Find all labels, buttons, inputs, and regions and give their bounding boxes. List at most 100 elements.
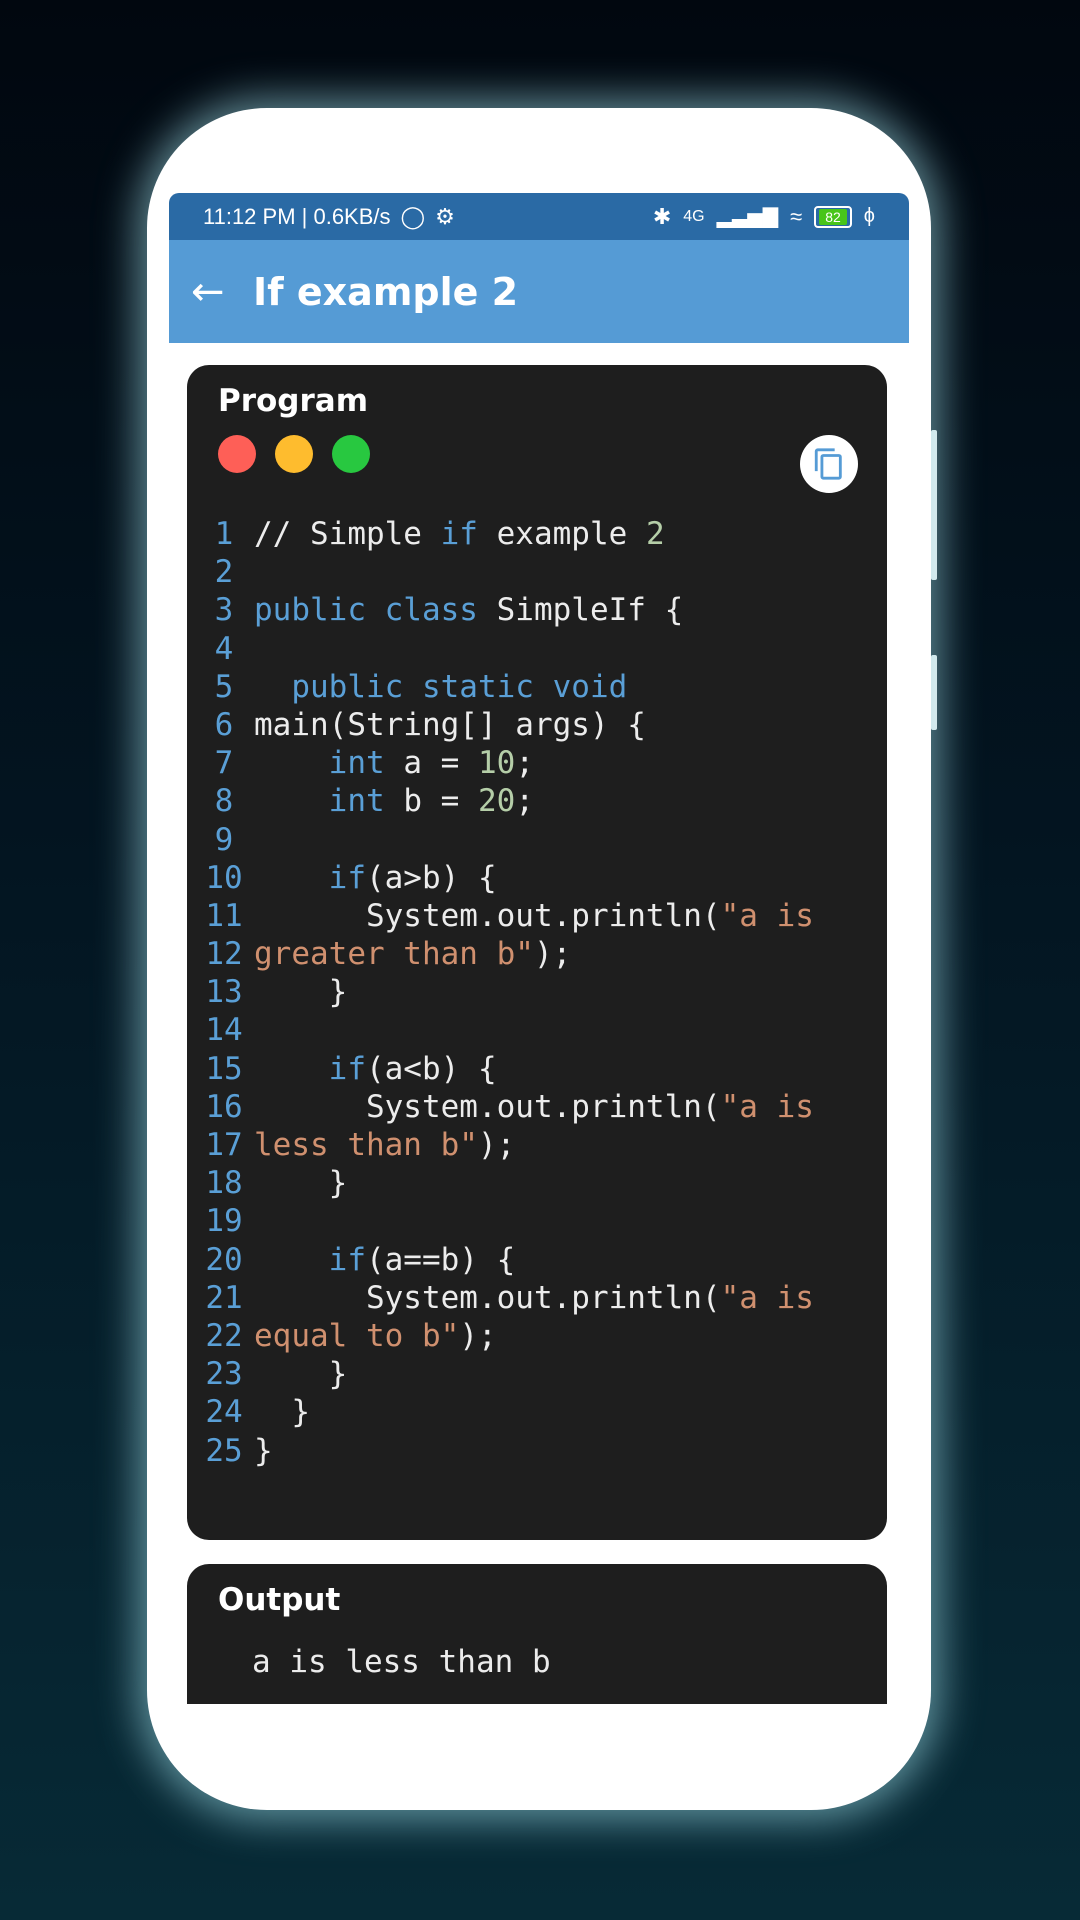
code-source: greater than b"); bbox=[254, 935, 571, 973]
line-number: 17 bbox=[205, 1127, 243, 1163]
code-line: 13 } bbox=[199, 973, 814, 1011]
code-string: "a is bbox=[720, 1279, 814, 1316]
code-line: 12 greater than b"); bbox=[199, 935, 814, 973]
code-keyword: if bbox=[440, 516, 478, 552]
code-text: } bbox=[254, 1394, 310, 1431]
code-text: SimpleIf { bbox=[477, 592, 684, 629]
line-number: 14 bbox=[205, 1012, 243, 1049]
code-text: ; bbox=[515, 745, 534, 782]
line-number: 12 bbox=[205, 936, 243, 973]
code-keyword: int bbox=[328, 783, 385, 820]
line-number: 16 bbox=[205, 1088, 243, 1125]
code-source: less than b"); bbox=[254, 1126, 515, 1164]
code-source: System.out.println("a is bbox=[254, 897, 814, 935]
code-source: public static void bbox=[254, 668, 627, 706]
code-text: ); bbox=[533, 936, 572, 973]
code-line: 20 if(a==b) { bbox=[199, 1241, 814, 1279]
line-number: 23 bbox=[205, 1356, 243, 1393]
code-source: if(a<b) { bbox=[254, 1050, 497, 1088]
code-line: 10 if(a>b) { bbox=[199, 859, 814, 897]
line-number: 6 bbox=[214, 706, 234, 743]
code-keyword: public class bbox=[254, 592, 478, 629]
code-line: 6 main(String[] args) { bbox=[199, 706, 814, 744]
code-text: } bbox=[254, 1165, 348, 1202]
code-line: 5 public static void bbox=[199, 668, 814, 706]
line-number: 5 bbox=[214, 668, 234, 705]
code-line: 21 System.out.println("a is bbox=[199, 1279, 814, 1317]
green-dot bbox=[332, 435, 370, 473]
code-text: a = bbox=[384, 745, 478, 782]
code-text: ); bbox=[459, 1317, 497, 1354]
code-keyword: if bbox=[328, 1241, 366, 1278]
output-card: Output a is less than b bbox=[187, 1564, 887, 1704]
status-bar: 11:12 PM | 0.6KB/s ◯ ⚙ ✱ 4G ▂▃▅▇ ≈ 82 ϕ bbox=[169, 193, 909, 240]
output-text: a is less than b bbox=[252, 1644, 551, 1680]
line-number: 7 bbox=[214, 745, 234, 782]
code-number: 20 bbox=[477, 783, 516, 820]
line-number: 13 bbox=[205, 974, 243, 1011]
code-text: } bbox=[254, 1356, 348, 1393]
code-text: } bbox=[254, 1432, 273, 1469]
code-source: // Simple if example 2 bbox=[254, 515, 665, 553]
power-button bbox=[931, 655, 937, 730]
code-line: 4 bbox=[199, 630, 814, 668]
code-text: b = bbox=[384, 783, 478, 820]
code-source: } bbox=[254, 1164, 348, 1202]
code-line: 16 System.out.println("a is bbox=[199, 1088, 814, 1126]
code-text: System.out.println( bbox=[254, 1088, 721, 1125]
line-number: 8 bbox=[214, 783, 234, 820]
code-source: equal to b"); bbox=[254, 1317, 497, 1355]
code-source: if(a==b) { bbox=[254, 1241, 516, 1279]
window-dots bbox=[218, 435, 370, 473]
code-source: main(String[] args) { bbox=[254, 706, 646, 744]
code-number: 10 bbox=[477, 745, 516, 782]
code-source: if(a>b) { bbox=[254, 859, 497, 897]
line-number: 11 bbox=[205, 897, 243, 934]
charging-icon: ϕ bbox=[863, 205, 875, 227]
code-source: int b = 20; bbox=[254, 782, 534, 820]
line-number: 19 bbox=[205, 1203, 243, 1240]
code-source: } bbox=[254, 1355, 348, 1393]
wifi-icon: ≈ bbox=[790, 203, 803, 229]
line-number: 22 bbox=[205, 1317, 243, 1354]
code-source: } bbox=[254, 973, 348, 1011]
back-arrow-icon[interactable]: ← bbox=[191, 269, 241, 315]
code-text: ; bbox=[515, 783, 534, 820]
code-source: } bbox=[254, 1432, 273, 1470]
line-number: 18 bbox=[205, 1165, 243, 1202]
code-text: ); bbox=[477, 1127, 516, 1163]
red-dot bbox=[218, 435, 256, 473]
code-string: greater than b" bbox=[254, 936, 534, 973]
code-text: System.out.println( bbox=[254, 1279, 721, 1316]
page-title: If example 2 bbox=[253, 269, 519, 314]
code-source: int a = 10; bbox=[254, 744, 534, 782]
code-line: 14 bbox=[199, 1011, 814, 1049]
copy-icon bbox=[814, 448, 842, 480]
line-number: 20 bbox=[205, 1241, 243, 1278]
program-card: Program 1// Simple if example 2 2 3 public … bbox=[187, 365, 887, 1540]
line-number: 21 bbox=[205, 1279, 243, 1316]
line-number: 10 bbox=[205, 859, 243, 896]
code-line: 1 // Simple if example 2 bbox=[199, 515, 814, 553]
signal-icon: ▂▃▅▇ bbox=[716, 206, 779, 228]
code-keyword: public static void bbox=[291, 668, 628, 705]
line-number: 4 bbox=[214, 630, 234, 667]
code-line: 15 if(a<b) { bbox=[199, 1050, 814, 1088]
code-line: 8 int b = 20; bbox=[199, 782, 814, 820]
code-source: public class SimpleIf { bbox=[254, 591, 683, 629]
code-string: less than b" bbox=[254, 1127, 478, 1163]
copy-button[interactable] bbox=[800, 435, 858, 493]
line-number: 24 bbox=[205, 1394, 243, 1431]
status-time: 11:12 PM | 0.6KB/s bbox=[203, 203, 391, 229]
line-number: 9 bbox=[214, 821, 234, 858]
code-line: 2 bbox=[199, 553, 814, 591]
code-string: "a is bbox=[720, 897, 814, 934]
line-number: 1 bbox=[214, 516, 234, 552]
code-string: "a is bbox=[720, 1088, 814, 1125]
code-text: example bbox=[477, 516, 646, 552]
code-text: (a==b) { bbox=[365, 1241, 516, 1278]
code-line: 3 public class SimpleIf { bbox=[199, 591, 814, 629]
